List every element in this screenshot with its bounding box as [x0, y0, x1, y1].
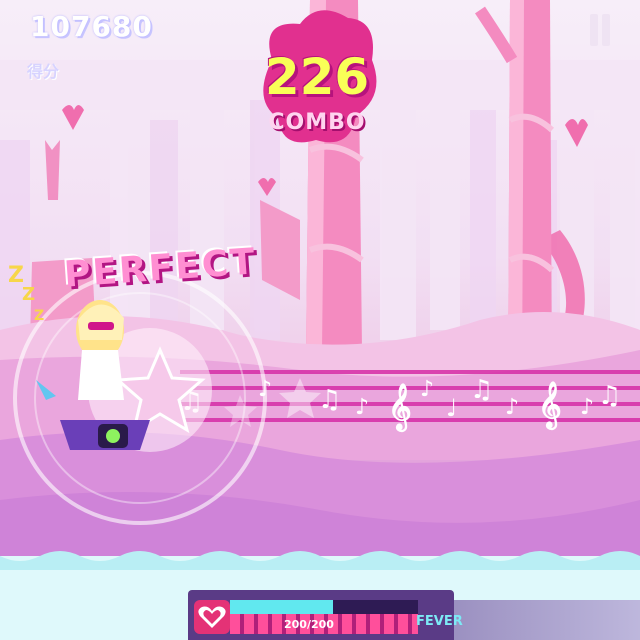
score-label: 得分 [27, 62, 60, 81]
fever-gauge: 200/200 FEVER [188, 590, 463, 640]
bottom-panel [454, 600, 640, 640]
fever-fill [230, 600, 334, 614]
combo-counter: 226 COMBO [262, 20, 372, 150]
fever-label: FEVER [416, 614, 463, 629]
combo-label: COMBO [268, 110, 366, 135]
fever-count: 200/200 [284, 618, 334, 631]
fever-track [230, 600, 418, 614]
combo-count: 226 [264, 48, 370, 106]
score-value: 107680 [30, 10, 153, 43]
heart-icon [194, 600, 230, 634]
sleep-zz: Z [34, 308, 44, 324]
sleep-zz: Z [22, 284, 35, 305]
pause-button[interactable] [588, 14, 614, 48]
game-stage[interactable]: ♫ ♪ ♫ ♪ 𝄞 ♪ ♩ ♫ ♪ 𝄞 ♪ ♫ [0, 0, 640, 640]
